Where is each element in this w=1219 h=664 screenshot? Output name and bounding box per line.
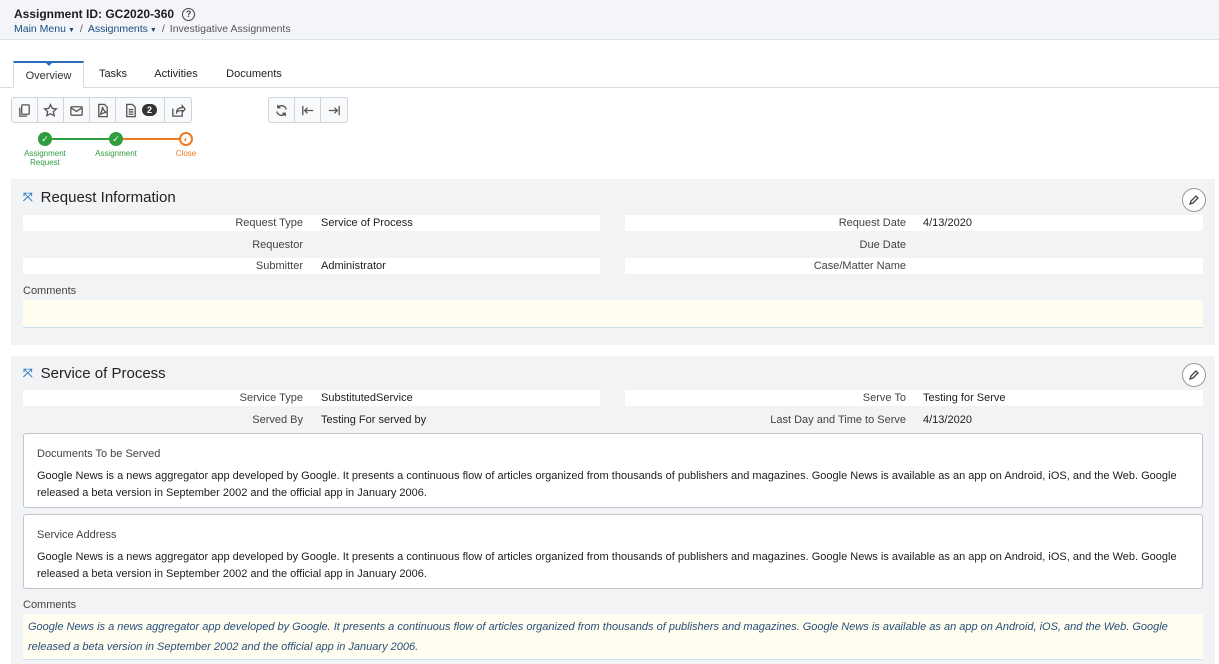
documents-button[interactable]: 2 [116, 98, 165, 122]
field-request-date: Request Date 4/13/2020 [625, 215, 1203, 231]
card-title: Documents To be Served [37, 448, 161, 460]
service-address-card: Service Address Google News is a news ag… [23, 514, 1203, 589]
step-label: Assignment [95, 149, 137, 158]
field-due-date: Due Date [859, 239, 906, 251]
card-title: Service Address [37, 529, 117, 541]
breadcrumb: Main Menu ▼ / Assignments ▼ / Investigativ… [14, 23, 291, 35]
assignment-id: Assignment ID: GC2020-360 [14, 7, 175, 21]
first-record-button[interactable] [295, 98, 321, 122]
breadcrumb-main-menu[interactable]: Main Menu ▼ [14, 23, 75, 35]
field-service-type: Service Type SubstitutedService [23, 390, 600, 406]
pencil-icon [1188, 370, 1199, 381]
star-icon [43, 102, 58, 117]
in-progress-icon: ◐ [179, 132, 193, 146]
page-title: Assignment ID: GC2020-360 ? [14, 7, 196, 21]
check-icon: ✓ [38, 132, 52, 146]
comments-box [23, 300, 1203, 328]
edit-button[interactable] [1182, 188, 1206, 212]
field-last-day: Last Day and Time to Serve 4/13/2020 [770, 414, 972, 426]
field-serve-to: Serve To Testing for Serve [625, 390, 1203, 406]
check-icon: ✓ [109, 132, 123, 146]
service-of-process-section: ⤧ Service of Process Service Type Substi… [11, 356, 1215, 664]
refresh-icon [276, 104, 287, 116]
comments-text: Google News is a news aggregator app dev… [28, 621, 1168, 653]
toolbar-navigation [268, 97, 348, 123]
tab-bar: Overview Tasks Activities Documents [0, 61, 1219, 88]
refresh-button[interactable] [269, 98, 295, 122]
collapse-icon[interactable]: ⤧ [23, 190, 33, 205]
progress-line [122, 138, 186, 140]
field-served-by: Served By Testing For served by [252, 414, 427, 426]
field-request-type: Request Type Service of Process [23, 215, 600, 231]
edit-button[interactable] [1182, 363, 1206, 387]
section-header[interactable]: ⤧ Request Information [23, 189, 176, 206]
field-submitter: Submitter Administrator [23, 258, 600, 274]
chevron-down-icon: ▼ [67, 27, 75, 34]
tab-activities[interactable]: Activities [147, 61, 205, 88]
tab-tasks[interactable]: Tasks [93, 61, 133, 88]
copy-button[interactable] [12, 98, 38, 122]
pdf-icon [98, 103, 108, 117]
pdf-button[interactable] [90, 98, 116, 122]
document-icon [126, 103, 136, 117]
step-label: Close [175, 149, 197, 158]
step-label: Assignment Request [24, 149, 66, 167]
last-icon [328, 105, 340, 115]
copy-icon [19, 103, 30, 117]
comments-label: Comments [23, 285, 77, 297]
progress-line [51, 138, 115, 140]
field-requestor: Requestor [252, 239, 303, 251]
pencil-icon [1188, 195, 1199, 206]
help-icon[interactable]: ? [182, 7, 196, 21]
comments-label: Comments [23, 599, 77, 611]
first-icon [302, 105, 314, 115]
card-body: Google News is a news aggregator app dev… [37, 551, 1177, 580]
email-button[interactable] [64, 98, 90, 122]
section-header[interactable]: ⤧ Service of Process [23, 365, 166, 382]
collapse-icon[interactable]: ⤧ [23, 366, 33, 381]
chevron-down-icon: ▼ [149, 27, 157, 34]
status-progress: ✓ ✓ ◐ Assignment Request Assignment Clos… [0, 130, 260, 175]
document-count-badge: 2 [141, 104, 157, 116]
last-record-button[interactable] [321, 98, 347, 122]
breadcrumb-separator: / [79, 23, 83, 35]
breadcrumb-current: Investigative Assignments [169, 23, 291, 35]
page-header: Assignment ID: GC2020-360 ? Main Menu ▼ /… [0, 0, 1219, 40]
breadcrumb-separator: / [161, 23, 165, 35]
section-title: Request Information [40, 189, 176, 206]
section-title: Service of Process [40, 365, 166, 382]
request-information-section: ⤧ Request Information Request Type Servi… [11, 179, 1215, 345]
field-case-matter: Case/Matter Name [625, 258, 1203, 274]
share-button[interactable] [165, 98, 191, 122]
toolbar-actions: 2 [11, 97, 192, 123]
share-icon [171, 103, 186, 117]
documents-to-be-served-card: Documents To be Served Google News is a … [23, 433, 1203, 508]
email-icon [70, 105, 83, 116]
tab-documents[interactable]: Documents [220, 61, 288, 88]
comments-box: Google News is a news aggregator app dev… [23, 614, 1203, 660]
breadcrumb-assignments[interactable]: Assignments ▼ [88, 23, 157, 35]
favorite-button[interactable] [38, 98, 64, 122]
comments-text [23, 300, 1203, 308]
tab-overview[interactable]: Overview [13, 61, 84, 88]
card-body: Google News is a news aggregator app dev… [37, 470, 1177, 499]
